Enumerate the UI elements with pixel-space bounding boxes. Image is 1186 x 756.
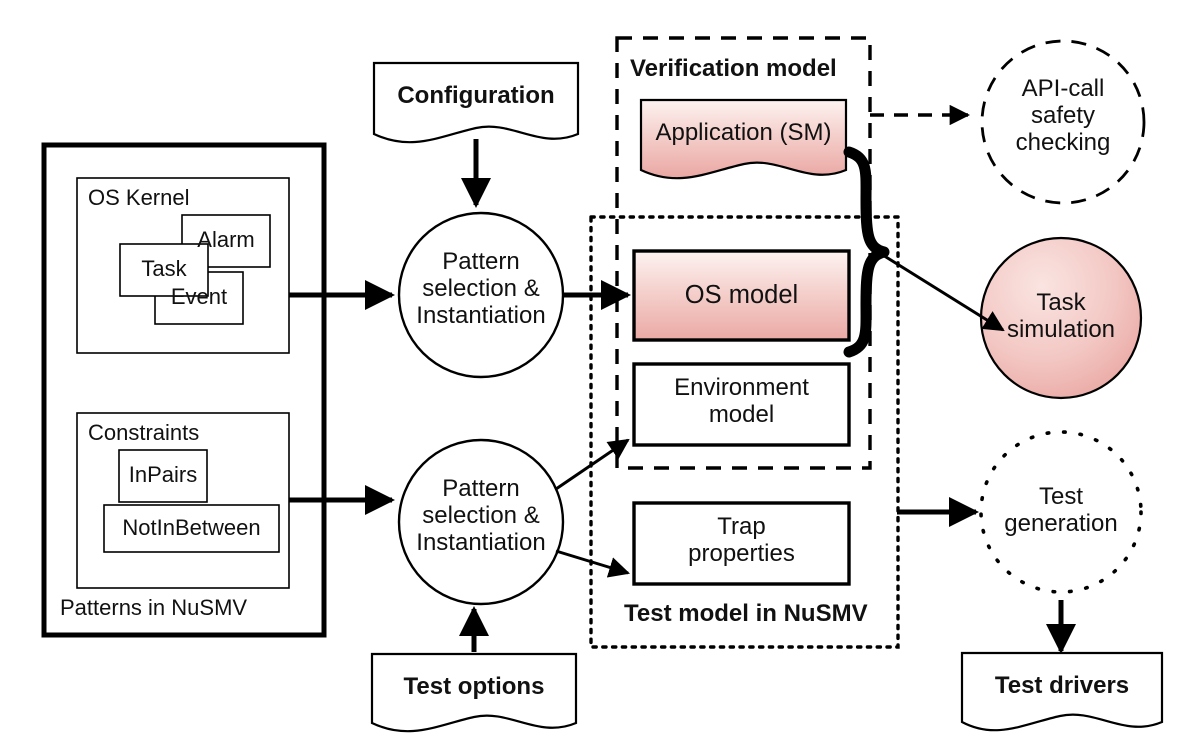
task-simulation-circle [979,236,1143,400]
test-drivers-doc-shape [960,651,1164,732]
constraints-item-notinbetween-box [103,504,280,553]
diagram-vector-layer [41,36,1164,733]
api-call-safety-checking-circle [980,39,1146,205]
test-options-doc-shape [370,652,578,733]
environment-model-box [632,362,851,447]
os-kernel-item-task-box [119,243,209,297]
diagram-canvas: OS Kernel Alarm Event Task Constraints I… [0,0,1186,756]
os-model-box [632,249,851,342]
configuration-doc-shape [372,61,580,144]
application-sm-doc-shape [639,98,848,180]
constraints-item-inpairs-box [118,449,208,503]
arrow-brace-to-task-simulation [877,250,1005,332]
pattern-selection-bottom-circle [397,438,565,606]
pattern-selection-top-circle [397,211,565,379]
test-generation-circle [979,430,1143,594]
trap-properties-box [632,501,851,586]
